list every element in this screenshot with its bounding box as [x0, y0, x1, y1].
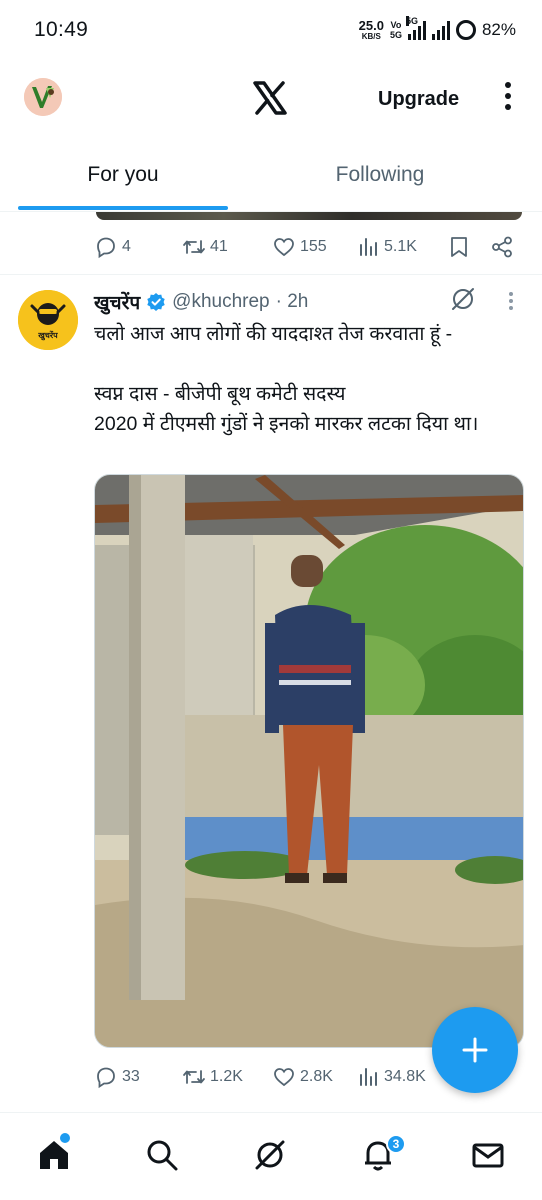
views-count: 5.1K	[384, 238, 417, 255]
plus-icon	[462, 1037, 488, 1063]
bookmark-button[interactable]	[448, 232, 470, 262]
tweet-author-avatar[interactable]: खुचरेंप	[18, 290, 78, 350]
signal-icon	[431, 20, 450, 40]
network-speed-value: 25.0	[358, 17, 384, 33]
views-button[interactable]: 5.1K	[358, 232, 417, 262]
tweet-text: चलो आज आप लोगों की याददाश्त तेज करवाता ह…	[94, 319, 514, 439]
tweet-text-line: 2020 में टीएमसी गुंडों ने इनको मारकर लटक…	[94, 413, 479, 435]
tweet-more-icon[interactable]	[508, 292, 514, 314]
like-button[interactable]: 2.8K	[272, 1062, 333, 1092]
grok-nav-icon[interactable]	[252, 1137, 288, 1173]
status-icons: 25.0 KB/S Vo 5G 5G 82%	[359, 16, 516, 44]
tweet-time: · 2h	[275, 291, 309, 312]
reply-icon	[97, 237, 115, 259]
heart-icon	[274, 238, 294, 257]
author-avatar-image	[18, 290, 78, 350]
notification-count-badge: 3	[386, 1134, 406, 1154]
views-icon	[360, 1068, 377, 1086]
verified-badge-icon	[147, 293, 165, 311]
repost-icon	[183, 240, 205, 254]
tweet-text-line: स्वप्न दास - बीजेपी बूथ कमेटी सदस्य	[94, 383, 346, 405]
tab-selected-indicator	[18, 206, 228, 210]
more-options-icon[interactable]	[500, 82, 516, 116]
volte-icon: Vo 5G	[390, 20, 402, 40]
status-time: 10:49	[34, 18, 89, 41]
heart-icon	[274, 1068, 294, 1087]
author-handle[interactable]: @khuchrep	[172, 291, 269, 313]
like-count: 155	[300, 238, 327, 255]
profile-avatar-image	[24, 78, 62, 116]
compose-post-button[interactable]	[432, 1007, 518, 1093]
bottom-navigation	[0, 1112, 542, 1200]
network-speed: 25.0 KB/S	[358, 17, 384, 41]
share-button[interactable]	[490, 232, 514, 262]
tab-following[interactable]: Following	[270, 138, 490, 212]
network-type-label: 5G	[405, 16, 418, 26]
tab-for-you[interactable]: For you	[18, 138, 228, 212]
repost-count: 41	[210, 238, 228, 255]
status-bar: 10:49 25.0 KB/S Vo 5G 5G 82%	[0, 0, 542, 60]
photo-illustration	[95, 475, 523, 1047]
views-icon	[360, 238, 377, 256]
upgrade-button[interactable]: Upgrade	[378, 88, 459, 111]
views-count: 34.8K	[384, 1068, 426, 1085]
author-name[interactable]: खुचरेंप	[94, 289, 140, 315]
search-icon[interactable]	[144, 1137, 180, 1173]
previous-tweet-media[interactable]	[96, 212, 522, 220]
volte-label-bottom: 5G	[389, 30, 402, 40]
previous-tweet-actions: 4 41 155 5.1K	[0, 232, 542, 262]
volte-label-top: Vo	[390, 20, 402, 30]
repost-icon	[183, 1070, 205, 1084]
x-logo-icon[interactable]	[252, 80, 288, 116]
battery-icon	[455, 20, 476, 40]
reply-count: 4	[122, 238, 131, 255]
like-button[interactable]: 155	[272, 232, 327, 262]
repost-count: 1.2K	[210, 1068, 243, 1085]
network-speed-unit: KB/S	[361, 31, 381, 41]
tweet-media-image[interactable]	[94, 474, 524, 1048]
signal-5g-icon: 5G	[405, 16, 426, 40]
repost-button[interactable]: 1.2K	[182, 1062, 243, 1092]
repost-button[interactable]: 41	[182, 232, 228, 262]
reply-icon	[97, 1067, 115, 1089]
reply-count: 33	[122, 1068, 140, 1085]
tweet-text-line: चलो आज आप लोगों की याददाश्त तेज करवाता ह…	[94, 323, 453, 345]
reply-button[interactable]: 4	[94, 232, 131, 262]
bookmark-icon	[451, 237, 467, 257]
messages-mail-icon[interactable]	[470, 1137, 506, 1173]
share-icon	[492, 236, 512, 258]
reply-button[interactable]: 33	[94, 1062, 140, 1092]
views-button[interactable]: 34.8K	[358, 1062, 426, 1092]
grok-icon[interactable]	[450, 286, 476, 312]
profile-avatar[interactable]	[24, 78, 62, 116]
home-new-posts-dot	[60, 1133, 70, 1143]
battery-percent: 82%	[481, 20, 516, 39]
avatar-logo-text: खुचरेंप	[38, 331, 58, 340]
top-app-bar: Upgrade	[0, 60, 542, 138]
timeline-tabs: For you Following	[0, 138, 542, 212]
tweet-header: खुचरेंप @khuchrep · 2h	[94, 289, 308, 315]
like-count: 2.8K	[300, 1068, 333, 1085]
tweet-divider	[0, 274, 542, 275]
